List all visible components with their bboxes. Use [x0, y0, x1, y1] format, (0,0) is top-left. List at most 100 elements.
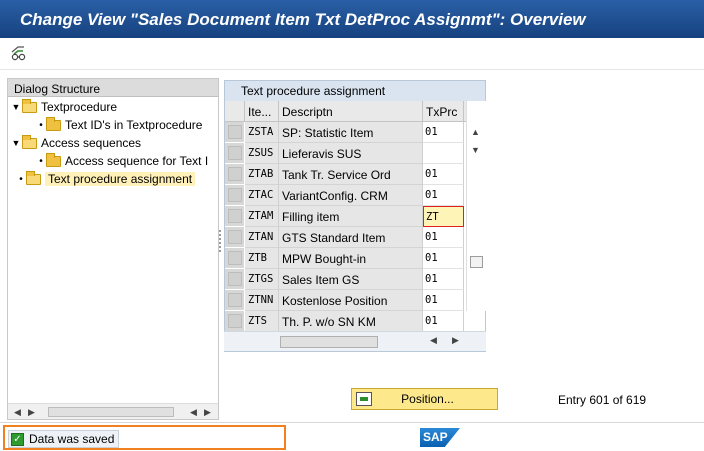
description-cell: Sales Item GS: [279, 269, 423, 290]
bullet-icon: •: [19, 173, 23, 185]
status-highlight: ✓ Data was saved: [3, 425, 286, 450]
success-check-icon: ✓: [11, 432, 24, 446]
description-cell: VariantConfig. CRM: [279, 185, 423, 206]
tree-item-label: Text procedure assignment: [45, 172, 196, 186]
folder-open-icon: [26, 170, 41, 185]
table-row: ZTB MPW Bought-in 01: [225, 248, 464, 269]
scroll-down-icon[interactable]: ▼: [471, 145, 480, 155]
table-horizontal-scrollbar[interactable]: ◀ ▶: [224, 331, 486, 351]
bullet-icon: •: [39, 155, 43, 167]
tree-item-access-sequence-for-text[interactable]: • Access sequence for Text I: [36, 152, 208, 170]
row-selector[interactable]: [225, 164, 245, 185]
row-selector[interactable]: [225, 206, 245, 227]
text-procedure-input[interactable]: 01: [423, 122, 464, 143]
tree-item-label: Access sequence for Text I: [65, 154, 209, 168]
expand-triangle-icon[interactable]: ▼: [10, 138, 22, 148]
folder-open-icon: [22, 98, 37, 113]
table-vertical-scrollbar[interactable]: ▲ ▼: [466, 101, 486, 311]
row-selector[interactable]: [225, 311, 245, 332]
text-procedure-input[interactable]: 01: [423, 290, 464, 311]
position-button[interactable]: Position...: [351, 388, 498, 410]
bullet-icon: •: [39, 119, 43, 131]
description-cell: Filling item: [279, 206, 423, 227]
row-selector[interactable]: [225, 269, 245, 290]
window-title: Change View "Sales Document Item Txt Det…: [20, 10, 586, 29]
text-procedure-input[interactable]: 01: [423, 227, 464, 248]
main-area: Dialog Structure ▼ Textprocedure • Text …: [0, 70, 704, 422]
tree-item-text-ids[interactable]: • Text ID's in Textprocedure: [36, 116, 202, 134]
dialog-horizontal-scrollbar[interactable]: ◀ ▶ ◀ ▶: [8, 403, 218, 419]
item-category-cell: ZTAC: [245, 185, 279, 206]
item-category-cell: ZTAN: [245, 227, 279, 248]
position-icon: [356, 392, 372, 406]
description-cell: Kostenlose Position: [279, 290, 423, 311]
item-category-cell: ZTGS: [245, 269, 279, 290]
table-row: ZSTA SP: Statistic Item 01: [225, 122, 464, 143]
folder-open-icon: [22, 134, 37, 149]
item-category-cell: ZTB: [245, 248, 279, 269]
description-cell: GTS Standard Item: [279, 227, 423, 248]
status-message[interactable]: ✓ Data was saved: [8, 430, 120, 448]
table-header-row: Ite... Descriptn TxPrc: [225, 101, 484, 122]
table-row: ZTS Th. P. w/o SN KM 01: [225, 311, 464, 332]
text-procedure-input[interactable]: 01: [423, 185, 464, 206]
folder-icon: [46, 116, 61, 131]
column-header-txprc[interactable]: TxPrc: [423, 101, 464, 121]
description-cell: Lieferavis SUS: [279, 143, 423, 164]
text-procedure-input[interactable]: [423, 143, 464, 164]
tree-item-label: Text ID's in Textprocedure: [65, 118, 203, 132]
title-bar: Change View "Sales Document Item Txt Det…: [0, 0, 704, 38]
item-category-cell: ZTAB: [245, 164, 279, 185]
panel-splitter[interactable]: [219, 230, 223, 252]
row-selector[interactable]: [225, 248, 245, 269]
display-change-button[interactable]: [8, 44, 30, 64]
scroll-thumb[interactable]: [280, 336, 378, 348]
scroll-thumb[interactable]: [470, 256, 483, 268]
position-button-label: Position...: [401, 392, 454, 406]
row-selector[interactable]: [225, 143, 245, 164]
table-row: ZTAC VariantConfig. CRM 01: [225, 185, 464, 206]
table-row: ZTNN Kostenlose Position 01: [225, 290, 464, 311]
tree-item-text-procedure-assignment[interactable]: • Text procedure assignment: [16, 170, 196, 188]
item-category-cell: ZTNN: [245, 290, 279, 311]
dialog-structure-panel: Dialog Structure ▼ Textprocedure • Text …: [7, 78, 219, 420]
sap-window: Change View "Sales Document Item Txt Det…: [0, 0, 704, 451]
expand-triangle-icon[interactable]: ▼: [10, 102, 22, 112]
table-row: ZTAN GTS Standard Item 01: [225, 227, 464, 248]
description-cell: MPW Bought-in: [279, 248, 423, 269]
text-procedure-input[interactable]: 01: [423, 164, 464, 185]
column-header-description[interactable]: Descriptn: [279, 101, 423, 121]
tree-item-access-sequences[interactable]: ▼ Access sequences: [10, 134, 141, 152]
column-header-item[interactable]: Ite...: [245, 101, 279, 121]
scroll-left-icon[interactable]: ◀: [190, 407, 197, 418]
scroll-right-icon[interactable]: ▶: [28, 407, 35, 418]
glasses-icon: [11, 46, 26, 61]
folder-icon: [46, 152, 61, 167]
row-selector[interactable]: [225, 185, 245, 206]
application-toolbar: [0, 38, 704, 70]
item-category-cell: ZTAM: [245, 206, 279, 227]
row-selector[interactable]: [225, 227, 245, 248]
status-text: Data was saved: [29, 432, 115, 446]
item-category-cell: ZSTA: [245, 122, 279, 143]
tree-item-textprocedure[interactable]: ▼ Textprocedure: [10, 98, 117, 116]
row-selector[interactable]: [225, 122, 245, 143]
table-row: ZSUS Lieferavis SUS: [225, 143, 464, 164]
scroll-left-icon[interactable]: ◀: [14, 407, 21, 418]
text-procedure-input[interactable]: 01: [423, 269, 464, 290]
scroll-up-icon[interactable]: ▲: [471, 127, 480, 137]
table-control: Text procedure assignment Ite... Descrip…: [224, 80, 486, 352]
table-row: ZTGS Sales Item GS 01: [225, 269, 464, 290]
tree-item-label: Access sequences: [41, 136, 142, 150]
scroll-left-icon[interactable]: ◀: [430, 335, 437, 346]
table-row: ZTAM Filling item ZT: [225, 206, 464, 227]
table-caption: Text procedure assignment: [225, 81, 485, 101]
text-procedure-input[interactable]: 01: [423, 311, 464, 332]
scroll-right-icon[interactable]: ▶: [204, 407, 211, 418]
select-all-header[interactable]: [225, 101, 245, 121]
scroll-thumb[interactable]: [48, 407, 174, 417]
text-procedure-input-focused[interactable]: ZT: [423, 206, 464, 227]
row-selector[interactable]: [225, 290, 245, 311]
text-procedure-input[interactable]: 01: [423, 248, 464, 269]
scroll-right-icon[interactable]: ▶: [452, 335, 459, 346]
